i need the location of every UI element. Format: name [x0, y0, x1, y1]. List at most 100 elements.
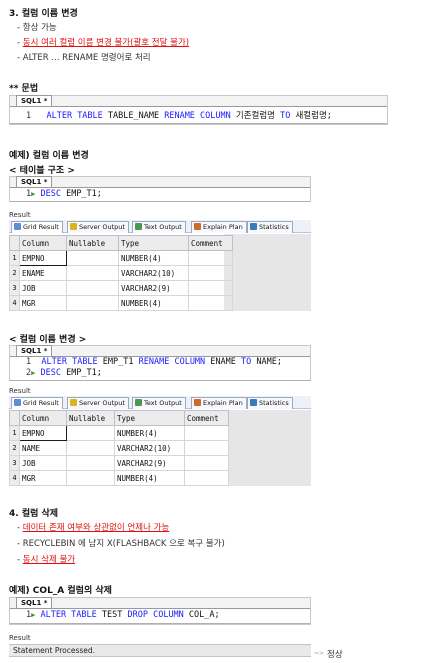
emphasis-text: 데이터 존재 여부와 상관없이 언제나 가능	[22, 523, 170, 533]
editor-tab[interactable]: SQL1 *	[16, 345, 53, 356]
result-tabbar: Grid Result Server Output Text Output Ex…	[9, 220, 311, 233]
tab-explain-plan[interactable]: Explain Plan	[191, 221, 247, 233]
sql-keyword: DROP COLUMN	[127, 610, 184, 620]
table-row[interactable]: 1 EMPNO NUMBER(4)	[9, 250, 233, 266]
type-header[interactable]: Type	[114, 410, 185, 426]
result-label: Result	[9, 634, 31, 642]
section3-bullet-1: - 항상 가능	[17, 23, 57, 33]
syntax-title: ** 문법	[9, 84, 39, 94]
row-number-header	[9, 410, 20, 426]
desc-code-line: 1▶ DESC EMP_T1;	[26, 189, 102, 199]
example1-title: 예제) 컬럼 이름 변경	[9, 151, 89, 161]
grid-empty-area	[224, 234, 311, 311]
grid-icon	[14, 399, 21, 406]
column-name-token: COL_A;	[188, 610, 220, 620]
drop-editor: SQL1 * 1▶ ALTER TABLE TEST DROP COLUMN C…	[9, 597, 311, 625]
exec-arrow-icon: ▶	[31, 369, 36, 377]
table-row[interactable]: 2 NAME VARCHAR2(10)	[9, 440, 229, 456]
line-number: 1	[26, 111, 32, 121]
sql-keyword: TO	[241, 357, 252, 367]
grid-icon	[14, 223, 21, 230]
statistics-icon	[250, 223, 257, 230]
section3-bullet-2: - 동시 여러 컬럼 이름 변경 불가(괄호 전달 불가)	[17, 36, 189, 48]
rename-editor: SQL1 * 1 ALTER TABLE EMP_T1 RENAME COLUM…	[9, 345, 311, 381]
sql-keyword: ALTER TABLE	[41, 357, 98, 367]
emphasis-text: 동시 여러 컬럼 이름 변경 불가(괄호 전달 불가)	[22, 38, 190, 48]
tab-text-output[interactable]: Text Output	[132, 221, 186, 233]
tab-text-output[interactable]: Text Output	[132, 397, 186, 409]
nullable-header[interactable]: Nullable	[66, 410, 115, 426]
comment-header[interactable]: Comment	[184, 410, 229, 426]
tab-explain-plan[interactable]: Explain Plan	[191, 397, 247, 409]
status-bar: Statement Processed.	[9, 644, 311, 657]
table-name-token: EMP_T1;	[66, 189, 102, 199]
nullable-header[interactable]: Nullable	[66, 235, 119, 251]
section4-bullet-1: - 데이터 존재 여부와 상관없이 언제나 가능	[17, 521, 169, 533]
server-output-icon	[70, 223, 77, 230]
line-number: 1	[26, 357, 32, 367]
success-note: 정상	[327, 650, 343, 660]
server-output-icon	[70, 399, 77, 406]
statistics-icon	[250, 399, 257, 406]
table-name-token: TABLE_NAME	[107, 111, 160, 121]
tab-grid-result[interactable]: Grid Result	[11, 397, 63, 409]
drop-code-line: 1▶ ALTER TABLE TEST DROP COLUMN COL_A;	[26, 610, 220, 620]
table-row[interactable]: 4 MGR NUMBER(4)	[9, 470, 229, 486]
example1-sub-rename: < 컬럼 이름 변경 >	[9, 335, 87, 345]
syntax-code-line: 1 ALTER TABLE TABLE_NAME RENAME COLUMN 기…	[26, 109, 332, 121]
type-header[interactable]: Type	[118, 235, 189, 251]
tab-statistics[interactable]: Statistics	[247, 397, 293, 409]
table-row[interactable]: 4 MGR NUMBER(4)	[9, 295, 233, 311]
describe-grid-after-rename: Column Nullable Type Comment 1 EMPNO NUMBE…	[9, 410, 229, 486]
sql-keyword: DESC	[40, 368, 61, 378]
old-column-token: ENAME	[210, 357, 236, 367]
editor-tab[interactable]: SQL1 *	[16, 176, 53, 187]
example1-sub-table-structure: < 테이블 구조 >	[9, 166, 75, 176]
exec-arrow-icon: ▶	[31, 611, 36, 619]
table-row[interactable]: 2 ENAME VARCHAR2(10)	[9, 265, 233, 281]
section4-bullet-3: - 동시 삭제 불가	[17, 553, 75, 565]
tab-statistics[interactable]: Statistics	[247, 221, 293, 233]
syntax-editor: SQL1 * 1 ALTER TABLE TABLE_NAME RENAME C…	[9, 95, 388, 125]
text-output-icon	[135, 399, 142, 406]
sql-keyword: RENAME COLUMN	[138, 357, 206, 367]
new-column-token: NAME;	[256, 357, 282, 367]
column-header[interactable]: Column	[19, 235, 67, 251]
emphasis-text: 동시 삭제 불가	[22, 555, 76, 565]
status-text: Statement Processed.	[13, 646, 96, 655]
grid-empty-area	[228, 410, 311, 486]
note-arrow: =>	[314, 650, 325, 657]
column-header[interactable]: Column	[19, 410, 67, 426]
row-number-header	[9, 235, 20, 251]
table-row[interactable]: 1 EMPNO NUMBER(4)	[9, 425, 229, 441]
table-row[interactable]: 3 JOB VARCHAR2(9)	[9, 280, 233, 296]
comment-header[interactable]: Comment	[188, 235, 233, 251]
rename-code-line-2: 2▶ DESC EMP_T1;	[26, 368, 102, 378]
exec-arrow-icon: ▶	[31, 190, 36, 198]
table-row[interactable]: 3 JOB VARCHAR2(9)	[9, 455, 229, 471]
sql-keyword: ALTER TABLE	[40, 610, 97, 620]
table-name-token: EMP_T1	[102, 357, 134, 367]
result-label: Result	[9, 387, 31, 395]
rename-code-line-1: 1 ALTER TABLE EMP_T1 RENAME COLUMN ENAME…	[26, 357, 282, 367]
sql-keyword: ALTER TABLE	[46, 111, 103, 121]
editor-tab[interactable]: SQL1 *	[16, 597, 53, 608]
grid-header-row: Column Nullable Type Comment	[9, 235, 233, 251]
tab-grid-result[interactable]: Grid Result	[11, 221, 63, 233]
editor-tab[interactable]: SQL1 *	[16, 95, 53, 106]
example2-title: 예제) COL_A 컬럼의 삭제	[9, 586, 112, 596]
sql-keyword: RENAME COLUMN	[164, 111, 231, 121]
desc-editor: SQL1 * 1▶ DESC EMP_T1;	[9, 176, 311, 202]
result-tabbar: Grid Result Server Output Text Output Ex…	[9, 396, 311, 409]
section3-title: 3. 컬럼 이름 변경	[9, 9, 78, 19]
section4-title: 4. 컬럼 삭제	[9, 509, 59, 519]
sql-keyword: DESC	[40, 189, 61, 199]
explain-plan-icon	[194, 223, 201, 230]
section4-bullet-2: - RECYCLEBIN 에 남지 X(FLASHBACK 으로 복구 불가)	[17, 539, 225, 549]
result-label: Result	[9, 211, 31, 219]
new-column-token: 새컬럼명;	[295, 111, 332, 121]
sql-keyword: TO	[280, 111, 291, 121]
tab-server-output[interactable]: Server Output	[67, 221, 129, 233]
tab-server-output[interactable]: Server Output	[67, 397, 129, 409]
table-name-token: TEST	[101, 610, 123, 620]
